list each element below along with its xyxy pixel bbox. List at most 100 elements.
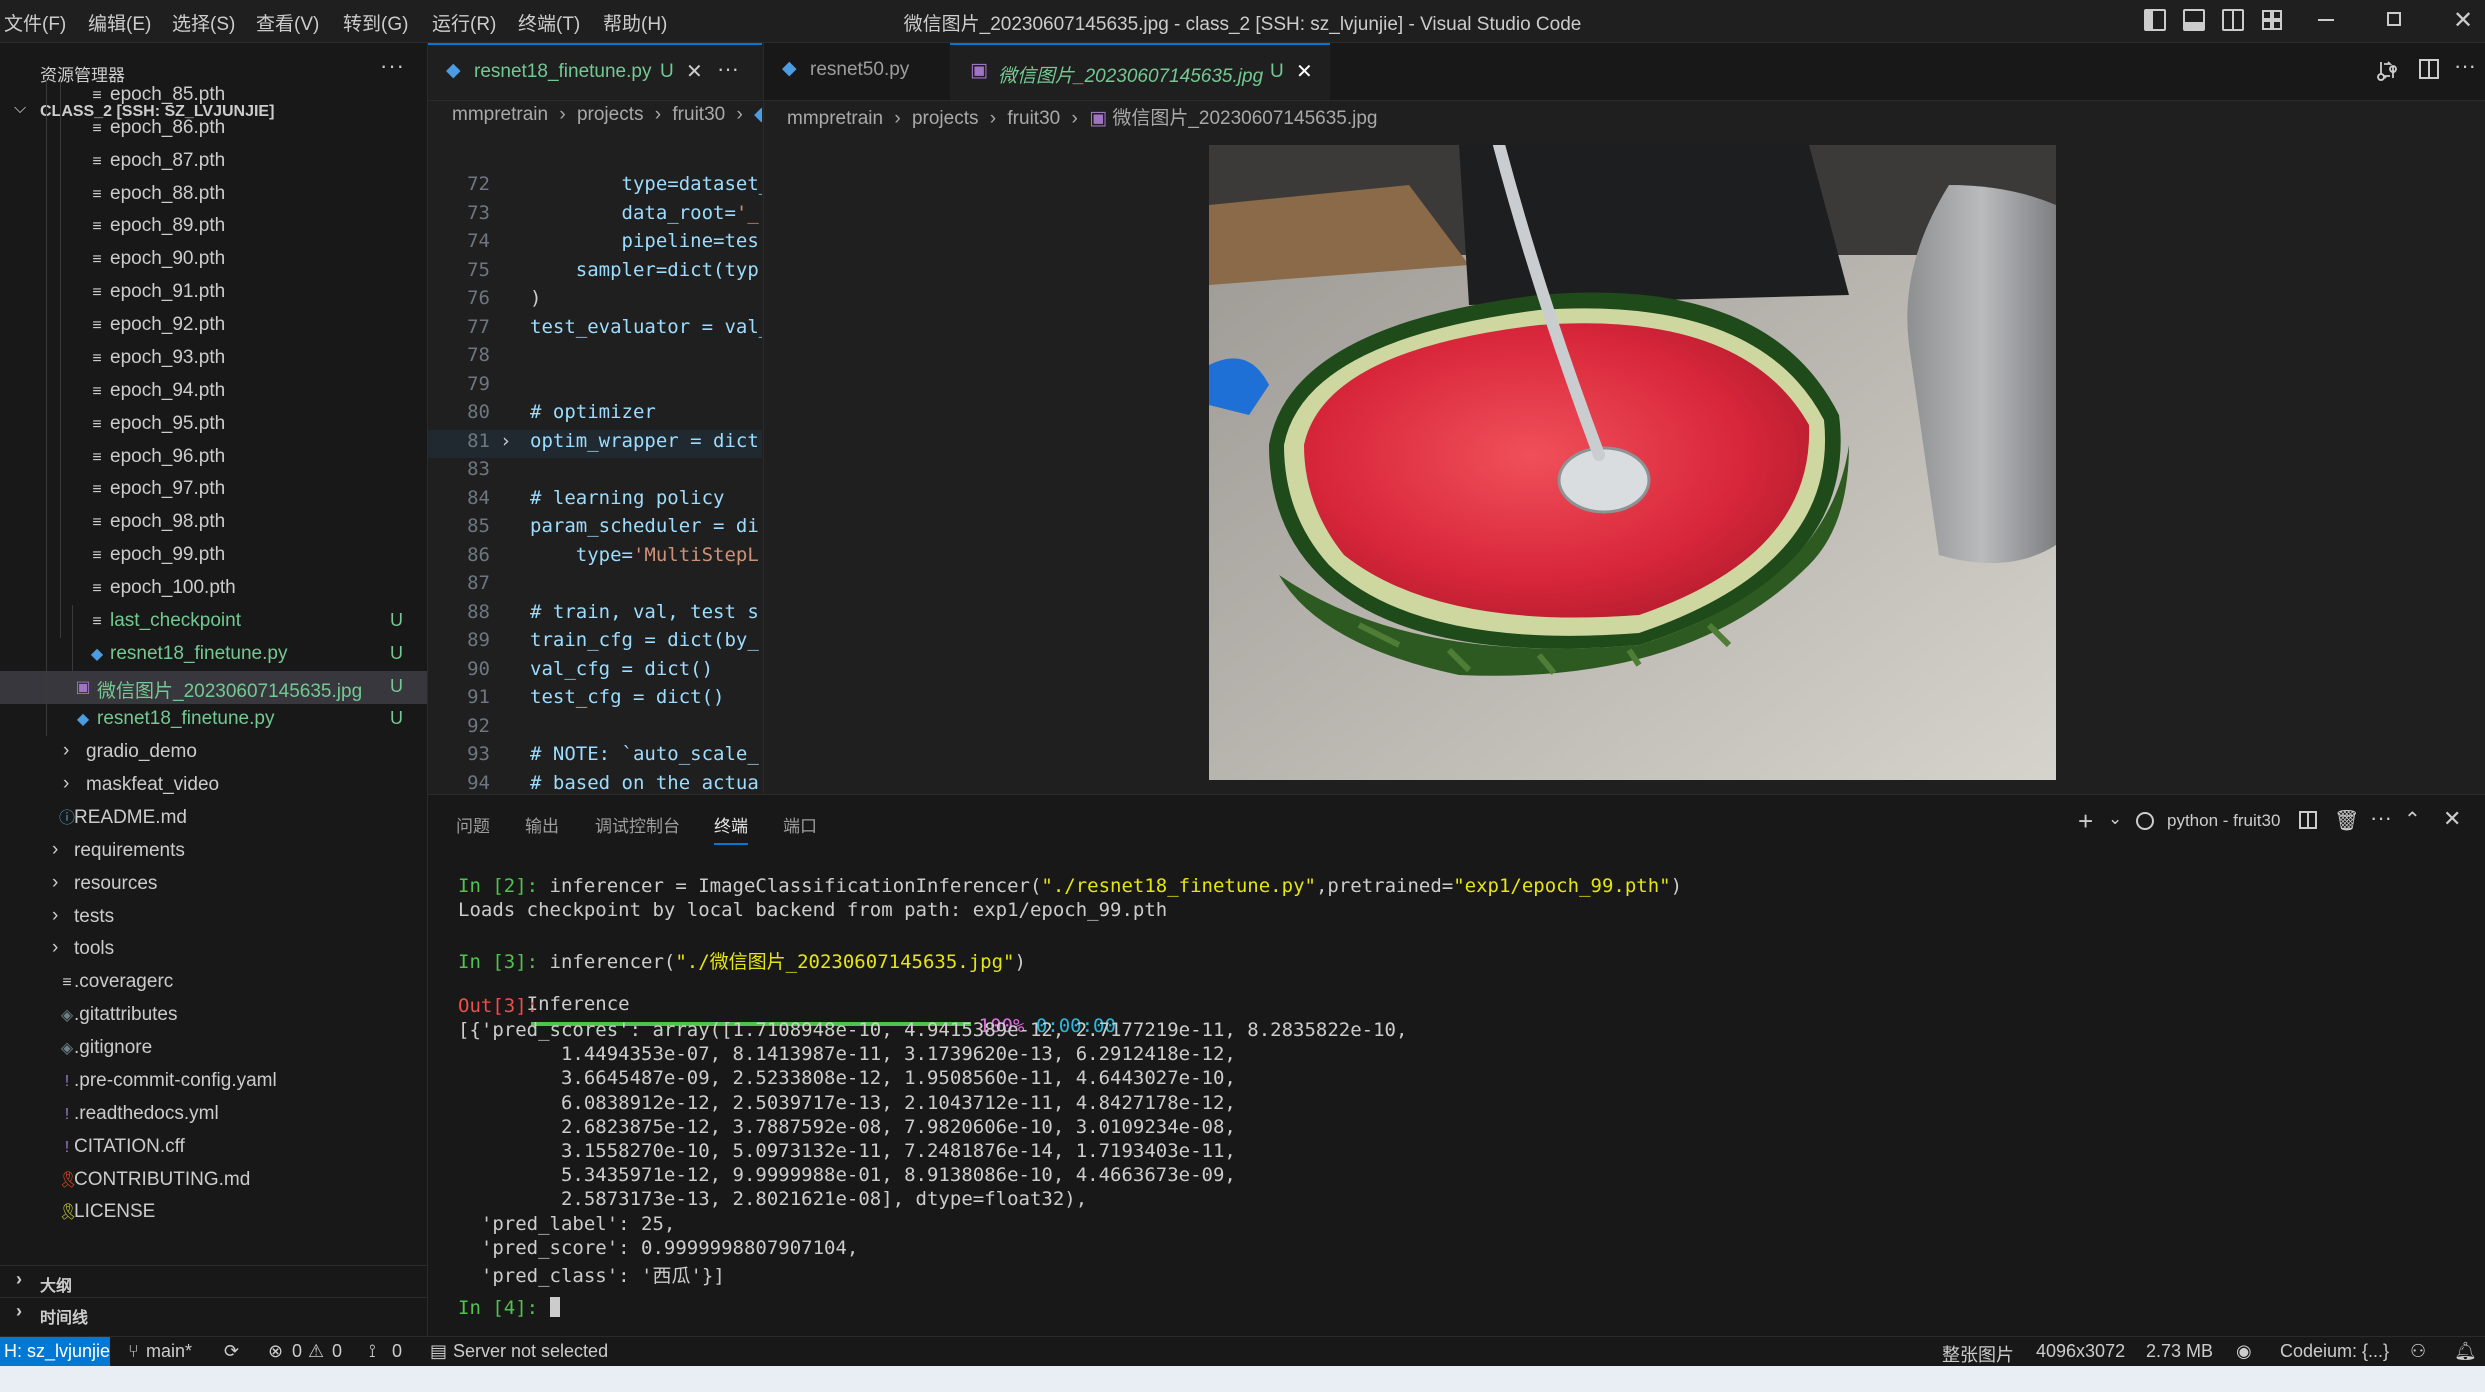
menu-help[interactable]: 帮助(H) <box>603 9 667 36</box>
menu-selection[interactable]: 选择(S) <box>172 9 235 36</box>
file-row[interactable]: ≡ epoch_91.pth <box>0 276 427 309</box>
accounts-icon[interactable]: ⚇ <box>2410 1341 2426 1362</box>
menu-edit[interactable]: 编辑(E) <box>88 9 151 36</box>
file-row[interactable]: ⓘ README.md <box>0 802 427 835</box>
codeium-status[interactable]: Codeium: {...} <box>2280 1341 2389 1362</box>
restore-icon[interactable] <box>2387 12 2401 26</box>
file-icon: ≡ <box>92 547 102 565</box>
folder-row[interactable]: › resources <box>0 868 427 901</box>
image-zoom-mode[interactable]: 整张图片 <box>1942 1341 2014 1367</box>
file-row[interactable]: ≡ epoch_100.pth <box>0 572 427 605</box>
file-row[interactable]: ≡ epoch_95.pth <box>0 408 427 441</box>
file-row[interactable]: ! CITATION.cff <box>0 1131 427 1164</box>
editor-actions-more-icon[interactable]: ··· <box>717 56 739 82</box>
file-row[interactable]: ◆ resnet18_finetune.py U <box>0 703 427 736</box>
warning-count[interactable]: 0 <box>332 1341 342 1362</box>
minimize-icon[interactable] <box>2318 19 2334 21</box>
tab-resnet18-finetune[interactable]: ◆ resnet18_finetune.py U ✕ ··· <box>428 43 762 100</box>
more-actions-icon[interactable]: ··· <box>2370 805 2392 831</box>
breadcrumb-item[interactable]: mmpretrain <box>452 104 548 125</box>
file-row[interactable]: ≡ epoch_98.pth <box>0 506 427 539</box>
file-row[interactable]: 🎗 CONTRIBUTING.md <box>0 1164 427 1197</box>
folder-row[interactable]: › maskfeat_video <box>0 769 427 802</box>
git-branch[interactable]: main* <box>146 1341 192 1362</box>
more-actions-icon[interactable]: ··· <box>2454 53 2476 79</box>
tab-close-icon[interactable]: ✕ <box>1296 59 1313 84</box>
breadcrumb-item[interactable]: fruit30 <box>672 104 725 125</box>
bell-icon[interactable]: 🔔︎ <box>2454 1341 2477 1362</box>
toggle-sidebar-icon[interactable] <box>2144 9 2166 31</box>
terminal-name[interactable]: python - fruit30 <box>2167 811 2280 831</box>
file-row[interactable]: ≡ epoch_85.pth <box>0 79 427 112</box>
file-row[interactable]: ! .readthedocs.yml <box>0 1098 427 1131</box>
image-preview[interactable] <box>1209 139 2056 780</box>
customize-layout-icon[interactable] <box>2261 9 2283 31</box>
server-status[interactable]: Server not selected <box>453 1341 608 1362</box>
tab-ports[interactable]: 端口 <box>783 812 817 837</box>
new-terminal-icon[interactable]: + <box>2078 806 2093 837</box>
file-row[interactable]: ◆ resnet18_finetune.py U <box>0 638 427 671</box>
split-editor-icon[interactable] <box>2419 59 2439 79</box>
chevron-down-icon[interactable]: ⌄ <box>2108 809 2122 829</box>
tab-output[interactable]: 输出 <box>525 812 559 837</box>
breadcrumb-item[interactable]: mmpretrain <box>787 108 883 129</box>
toggle-secondary-sidebar-icon[interactable] <box>2222 9 2244 31</box>
maximize-panel-icon[interactable]: ⌃ <box>2404 807 2421 832</box>
tab-image-preview[interactable]: ▣ 微信图片_20230607145635.jpg U ✕ <box>950 43 1330 100</box>
folder-row[interactable]: › requirements <box>0 835 427 868</box>
file-row[interactable]: ≡ epoch_90.pth <box>0 243 427 276</box>
file-row[interactable]: ▣ 微信图片_20230607145635.jpg U <box>0 670 427 704</box>
file-row[interactable]: ≡ epoch_94.pth <box>0 375 427 408</box>
file-row[interactable]: ≡ epoch_89.pth <box>0 210 427 243</box>
fold-chevron-icon[interactable]: › <box>500 430 511 452</box>
line-number: 78 <box>467 344 490 366</box>
timeline-section[interactable]: › 时间线 <box>0 1297 427 1330</box>
tab-terminal[interactable]: 终端 <box>714 812 748 845</box>
close-panel-icon[interactable]: ✕ <box>2443 806 2461 832</box>
line-number: 79 <box>467 372 490 395</box>
file-row[interactable]: ◈ .gitignore <box>0 1032 427 1065</box>
tab-close-icon[interactable]: ✕ <box>686 59 703 84</box>
menu-run[interactable]: 运行(R) <box>432 9 496 36</box>
explorer-more-icon[interactable]: ··· <box>380 53 405 79</box>
remote-indicator[interactable]: H: sz_lvjunjie <box>0 1337 110 1367</box>
trash-icon[interactable]: 🗑 <box>2334 808 2359 833</box>
file-row[interactable]: ≡ epoch_87.pth <box>0 145 427 178</box>
file-row[interactable]: ≡ epoch_92.pth <box>0 309 427 342</box>
file-row[interactable]: 🎗 LICENSE <box>0 1196 427 1229</box>
file-row[interactable]: ≡ epoch_99.pth <box>0 539 427 572</box>
close-window-icon[interactable]: ✕ <box>2453 6 2473 35</box>
file-row[interactable]: ≡ epoch_93.pth <box>0 342 427 375</box>
file-row[interactable]: ≡ epoch_97.pth <box>0 473 427 506</box>
ports-count[interactable]: 0 <box>392 1341 402 1362</box>
split-terminal-icon[interactable] <box>2299 811 2317 829</box>
tab-problems[interactable]: 问题 <box>456 812 490 837</box>
folder-row[interactable]: › tests <box>0 901 427 934</box>
folder-row[interactable]: › tools <box>0 933 427 966</box>
breadcrumb-item[interactable]: projects <box>912 108 979 129</box>
error-count[interactable]: 0 <box>292 1341 302 1362</box>
breadcrumb-item[interactable]: 微信图片_20230607145635.jpg <box>1112 108 1377 129</box>
menu-file[interactable]: 文件(F) <box>4 9 66 36</box>
menu-view[interactable]: 查看(V) <box>256 9 319 36</box>
file-row[interactable]: ≡ epoch_96.pth <box>0 441 427 474</box>
file-row[interactable]: ≡ last_checkpoint U <box>0 605 427 638</box>
sync-icon[interactable]: ⟳ <box>224 1341 239 1362</box>
tab-resnet50[interactable]: ◆ resnet50.py <box>764 43 949 100</box>
breadcrumb-item[interactable]: fruit30 <box>1007 108 1060 129</box>
file-row[interactable]: ! .pre-commit-config.yaml <box>0 1065 427 1098</box>
outline-section[interactable]: › 大纲 <box>0 1265 427 1298</box>
chevron-right-icon: › <box>1071 108 1078 129</box>
menu-goto[interactable]: 转到(G) <box>343 9 408 36</box>
tab-debug-console[interactable]: 调试控制台 <box>595 812 680 837</box>
menu-terminal[interactable]: 终端(T) <box>518 9 580 36</box>
code-editor[interactable]: 72 type=dataset_ 73 data_root='_ 74 pipeli… <box>428 173 762 793</box>
open-changes-icon[interactable] <box>2376 59 2398 81</box>
toggle-panel-icon[interactable] <box>2183 9 2205 31</box>
file-row[interactable]: ≡ epoch_86.pth <box>0 112 427 145</box>
breadcrumb-item[interactable]: projects <box>577 104 644 125</box>
folder-row[interactable]: › gradio_demo <box>0 736 427 769</box>
file-row[interactable]: ◈ .gitattributes <box>0 999 427 1032</box>
file-row[interactable]: ≡ .coveragerc <box>0 966 427 999</box>
file-row[interactable]: ≡ epoch_88.pth <box>0 178 427 211</box>
